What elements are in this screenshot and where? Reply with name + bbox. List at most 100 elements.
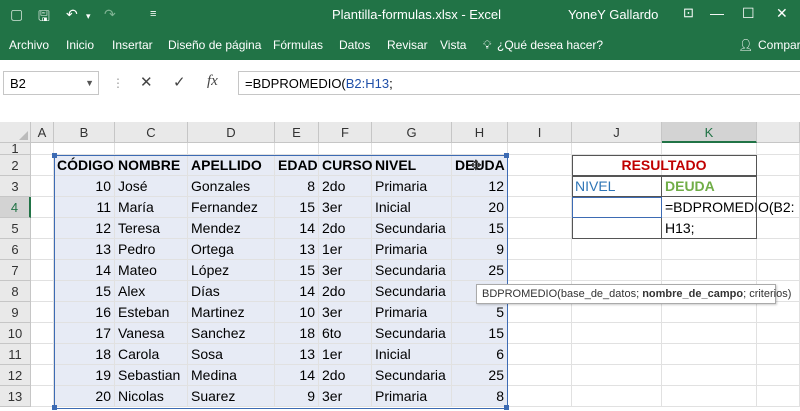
- column-header-k[interactable]: K: [662, 122, 757, 143]
- cell-a13[interactable]: [31, 386, 54, 407]
- cell-k11[interactable]: [662, 344, 757, 365]
- row-header-10[interactable]: 10: [0, 323, 31, 344]
- table-cell[interactable]: 17: [54, 323, 115, 344]
- table-cell[interactable]: Inicial: [372, 344, 452, 365]
- table-cell[interactable]: 25: [452, 260, 508, 281]
- table-cell[interactable]: 1er: [319, 239, 372, 260]
- cell-i1[interactable]: [508, 143, 572, 155]
- table-cell[interactable]: 3er: [319, 197, 372, 218]
- row-header-2[interactable]: 2: [0, 155, 31, 176]
- row-header-6[interactable]: 6: [0, 239, 31, 260]
- cell-a10[interactable]: [31, 323, 54, 344]
- row-header-5[interactable]: 5: [0, 218, 31, 239]
- cell-i5[interactable]: [508, 218, 572, 239]
- tab-vista[interactable]: Vista: [440, 38, 466, 52]
- table-cell[interactable]: Secundaria: [372, 323, 452, 344]
- column-header-b[interactable]: B: [54, 122, 115, 143]
- table-cell[interactable]: 11: [54, 197, 115, 218]
- cell-a4[interactable]: [31, 197, 54, 218]
- share-button[interactable]: Compar: [758, 38, 800, 52]
- table-cell[interactable]: Secundaria: [372, 365, 452, 386]
- tooltip-arg2[interactable]: nombre_de_campo: [642, 288, 743, 300]
- column-header-c[interactable]: C: [115, 122, 188, 143]
- row-header-1[interactable]: 1: [0, 142, 31, 155]
- table-cell[interactable]: 3er: [319, 302, 372, 323]
- table-cell[interactable]: Vanesa: [115, 323, 188, 344]
- cell-k9[interactable]: [662, 302, 757, 323]
- table-header-d[interactable]: APELLIDO: [188, 155, 275, 176]
- table-cell[interactable]: 10: [54, 176, 115, 197]
- table-cell[interactable]: 19: [54, 365, 115, 386]
- cell-a6[interactable]: [31, 239, 54, 260]
- table-header-e[interactable]: EDAD: [275, 155, 319, 176]
- table-cell[interactable]: 18: [54, 344, 115, 365]
- cell-a11[interactable]: [31, 344, 54, 365]
- table-cell[interactable]: Secundaria: [372, 281, 452, 302]
- cell-i12[interactable]: [508, 365, 572, 386]
- row-header-7[interactable]: 7: [0, 260, 31, 281]
- tab-diseno-pagina[interactable]: Diseño de página: [168, 38, 261, 52]
- table-cell[interactable]: Primaria: [372, 239, 452, 260]
- undo-icon[interactable]: ↶: [66, 6, 78, 23]
- cell-j9[interactable]: [572, 302, 662, 323]
- cell-j13[interactable]: [572, 386, 662, 407]
- cell-a2[interactable]: [31, 155, 54, 176]
- minimize-icon[interactable]: —: [710, 5, 724, 21]
- cell-k13[interactable]: [662, 386, 757, 407]
- table-cell[interactable]: Martinez: [188, 302, 275, 323]
- cell-i7[interactable]: [508, 260, 572, 281]
- cell-j1[interactable]: [572, 143, 662, 155]
- table-cell[interactable]: 25: [452, 365, 508, 386]
- ribbon-display-icon[interactable]: ⊡: [683, 5, 694, 21]
- table-cell[interactable]: 10: [275, 302, 319, 323]
- table-cell[interactable]: 8: [275, 176, 319, 197]
- table-cell[interactable]: Inicial: [372, 197, 452, 218]
- table-cell[interactable]: López: [188, 260, 275, 281]
- column-header-h[interactable]: H: [452, 122, 508, 143]
- table-cell[interactable]: 15: [452, 218, 508, 239]
- table-cell[interactable]: Fernandez: [188, 197, 275, 218]
- table-cell[interactable]: María: [115, 197, 188, 218]
- enter-icon[interactable]: ✓: [173, 73, 186, 91]
- tab-insertar[interactable]: Insertar: [112, 38, 153, 52]
- row-header-13[interactable]: 13: [0, 386, 31, 407]
- table-cell[interactable]: Sebastian: [115, 365, 188, 386]
- column-header-i[interactable]: I: [508, 122, 572, 143]
- table-header-c[interactable]: NOMBRE: [115, 155, 188, 176]
- column-header-d[interactable]: D: [188, 122, 275, 143]
- autosave-icon[interactable]: ▢: [10, 6, 23, 23]
- table-cell[interactable]: Esteban: [115, 302, 188, 323]
- table-cell[interactable]: Secundaria: [372, 260, 452, 281]
- table-cell[interactable]: Primaria: [372, 386, 452, 407]
- table-cell[interactable]: Carola: [115, 344, 188, 365]
- table-cell[interactable]: 13: [275, 344, 319, 365]
- table-header-b[interactable]: CÓDIGO: [54, 155, 115, 176]
- cell-h1[interactable]: [452, 143, 508, 155]
- table-cell[interactable]: 18: [275, 323, 319, 344]
- table-cell[interactable]: 2do: [319, 365, 372, 386]
- table-cell[interactable]: Gonzales: [188, 176, 275, 197]
- table-cell[interactable]: 2do: [319, 218, 372, 239]
- cell-j12[interactable]: [572, 365, 662, 386]
- table-cell[interactable]: Medina: [188, 365, 275, 386]
- table-cell[interactable]: Nicolas: [115, 386, 188, 407]
- cell-a1[interactable]: [31, 143, 54, 155]
- cell-i4[interactable]: [508, 197, 572, 218]
- table-cell[interactable]: 3er: [319, 260, 372, 281]
- table-cell[interactable]: 15: [452, 323, 508, 344]
- cell-i3[interactable]: [508, 176, 572, 197]
- table-cell[interactable]: 13: [54, 239, 115, 260]
- table-cell[interactable]: 12: [54, 218, 115, 239]
- table-cell[interactable]: 14: [54, 260, 115, 281]
- cell-j10[interactable]: [572, 323, 662, 344]
- cell-f1[interactable]: [319, 143, 372, 155]
- table-cell[interactable]: 2do: [319, 281, 372, 302]
- cell-d1[interactable]: [188, 143, 275, 155]
- user-name[interactable]: YoneY Gallardo: [568, 7, 658, 22]
- table-cell[interactable]: Mendez: [188, 218, 275, 239]
- cancel-icon[interactable]: ✕: [140, 73, 153, 91]
- cell-g1[interactable]: [372, 143, 452, 155]
- tab-formulas[interactable]: Fórmulas: [273, 38, 323, 52]
- table-header-f[interactable]: CURSO: [319, 155, 373, 176]
- table-cell[interactable]: Suarez: [188, 386, 275, 407]
